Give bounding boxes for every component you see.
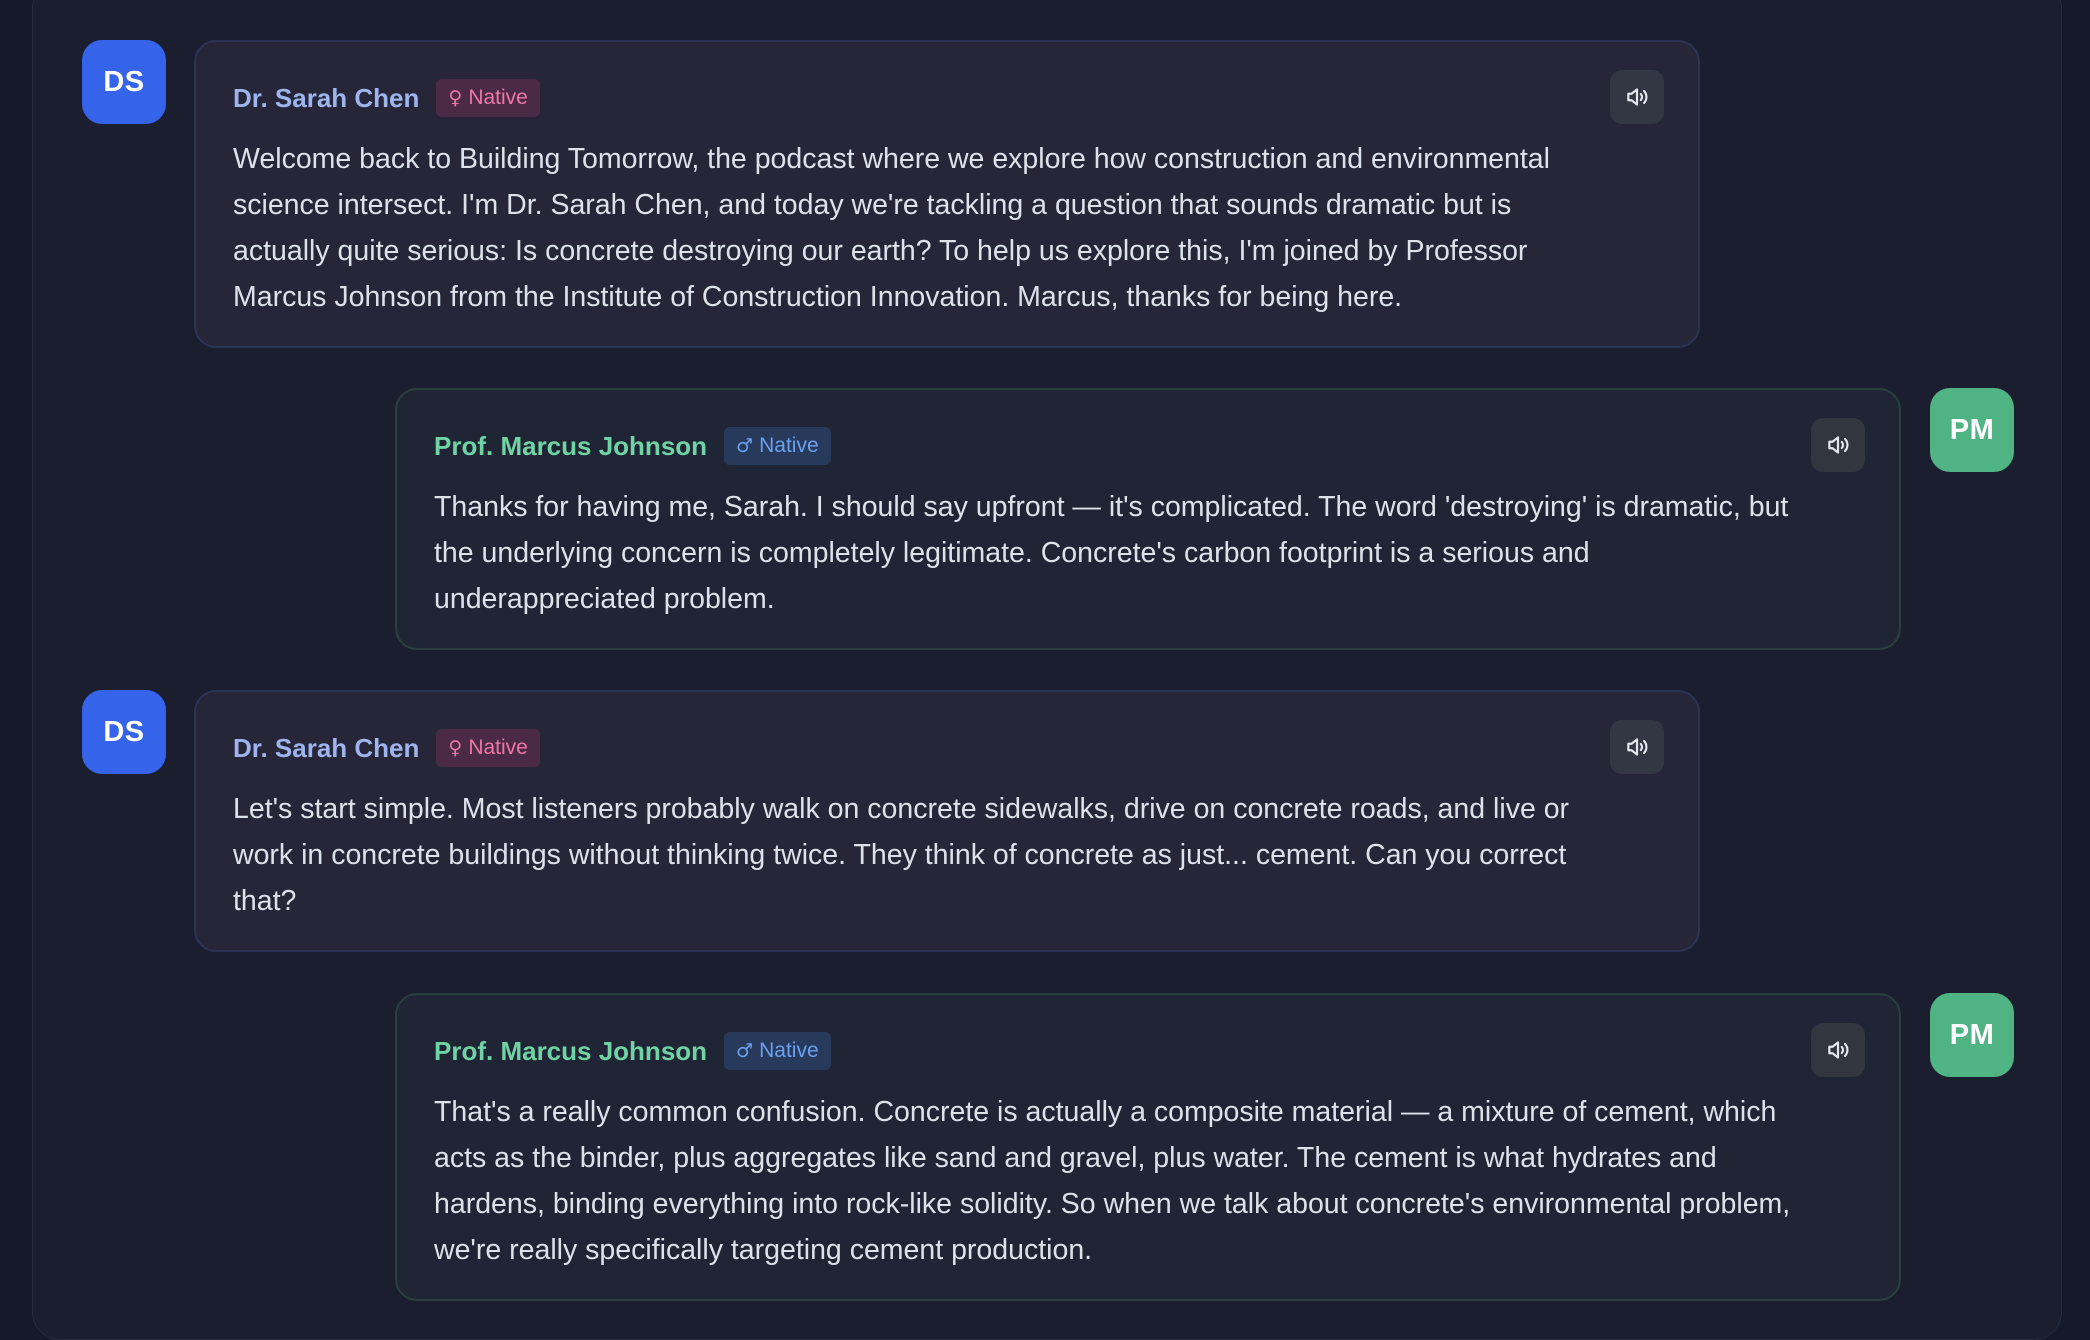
speaker-volume-icon bbox=[1627, 738, 1648, 756]
message-text: Welcome back to Building Tomorrow, the p… bbox=[233, 143, 1550, 313]
female-icon: ♀ bbox=[448, 737, 463, 759]
speaker-volume-icon bbox=[1627, 88, 1648, 106]
speaker-name: Prof. Marcus Johnson bbox=[434, 430, 708, 461]
message-bubble: Dr. Sarah Chen ♀ Native Welcome back to … bbox=[194, 40, 1700, 348]
message-text: Thanks for having me, Sarah. I should sa… bbox=[434, 491, 1789, 615]
message-header: Prof. Marcus Johnson ♂ Native bbox=[434, 1031, 1799, 1071]
play-audio-button[interactable] bbox=[1811, 1023, 1865, 1077]
voice-badge: ♂ Native bbox=[724, 1032, 831, 1070]
speaker-name: Dr. Sarah Chen bbox=[233, 732, 420, 763]
voice-badge-label: Native bbox=[759, 434, 819, 457]
voice-badge-label: Native bbox=[759, 1039, 819, 1062]
female-icon: ♀ bbox=[448, 87, 463, 109]
voice-badge: ♀ Native bbox=[436, 729, 540, 767]
avatar-host: DS bbox=[82, 40, 166, 124]
voice-badge: ♀ Native bbox=[436, 79, 540, 117]
message-header: Prof. Marcus Johnson ♂ Native bbox=[434, 426, 1799, 466]
avatar-initials: PM bbox=[1949, 413, 1995, 446]
avatar-guest: PM bbox=[1930, 388, 2014, 472]
message-text: That's a really common confusion. Concre… bbox=[434, 1096, 1791, 1266]
message-bubble: Prof. Marcus Johnson ♂ Native That's a r… bbox=[395, 993, 1901, 1301]
avatar-initials: DS bbox=[103, 65, 145, 98]
speaker-volume-icon bbox=[1828, 1041, 1849, 1059]
message-header: Dr. Sarah Chen ♀ Native bbox=[233, 728, 1598, 768]
avatar-guest: PM bbox=[1930, 993, 2014, 1077]
male-icon: ♂ bbox=[736, 435, 754, 457]
avatar-initials: PM bbox=[1949, 1018, 1995, 1051]
voice-badge: ♂ Native bbox=[724, 427, 831, 465]
message-bubble: Prof. Marcus Johnson ♂ Native Thanks for… bbox=[395, 388, 1901, 650]
play-audio-button[interactable] bbox=[1610, 720, 1664, 774]
play-audio-button[interactable] bbox=[1811, 418, 1865, 472]
message-bubble: Dr. Sarah Chen ♀ Native Let's start simp… bbox=[194, 690, 1700, 952]
voice-badge-label: Native bbox=[468, 736, 528, 759]
avatar-initials: DS bbox=[103, 715, 145, 748]
speaker-name: Prof. Marcus Johnson bbox=[434, 1035, 708, 1066]
avatar-host: DS bbox=[82, 690, 166, 774]
play-audio-button[interactable] bbox=[1610, 70, 1664, 124]
message-text: Let's start simple. Most listeners proba… bbox=[233, 793, 1570, 917]
message-header: Dr. Sarah Chen ♀ Native bbox=[233, 78, 1598, 118]
male-icon: ♂ bbox=[736, 1040, 754, 1062]
speaker-volume-icon bbox=[1828, 436, 1849, 454]
voice-badge-label: Native bbox=[468, 86, 528, 109]
speaker-name: Dr. Sarah Chen bbox=[233, 82, 420, 113]
